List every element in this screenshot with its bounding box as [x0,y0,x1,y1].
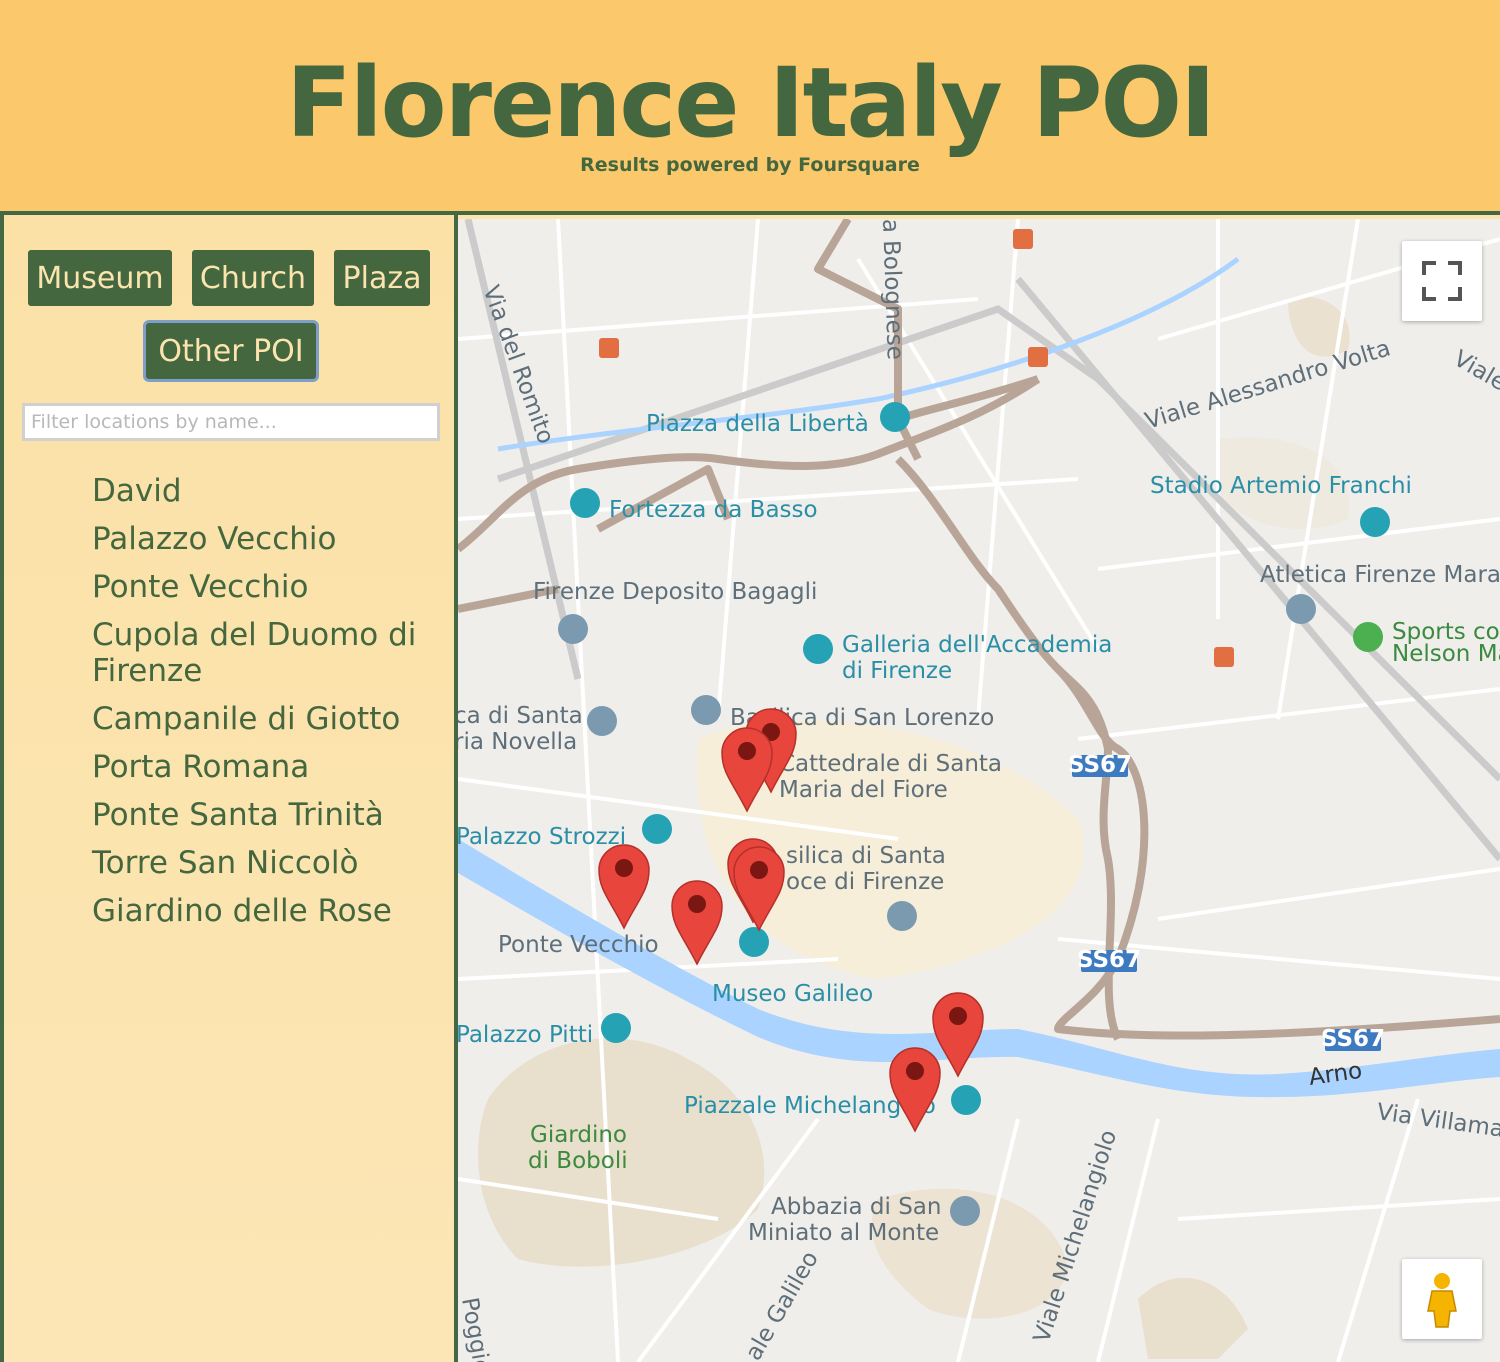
sidebar: Museum Church Plaza Other POI David Pala… [0,215,458,1362]
ss67-shield-2: SS67 [1077,947,1141,973]
location-item-campanile-di-giotto[interactable]: Campanile di Giotto [92,701,432,737]
church-poi-icon [587,706,617,736]
label-boboli-1: Giardino [530,1122,627,1148]
pegman-icon [1427,1273,1457,1328]
train-station-icon [599,338,619,358]
label-strozzi: Palazzo Strozzi [458,824,626,850]
train-station-icon [1013,229,1033,249]
church-poi-icon [691,695,721,725]
label-palazzo-pitti: Palazzo Pitti [458,1022,593,1048]
subtitle: Results powered by Foursquare [580,154,920,176]
map-marker[interactable] [598,844,650,929]
street-view-pegman-button[interactable] [1402,1259,1482,1339]
location-item-ponte-vecchio[interactable]: Ponte Vecchio [92,569,432,605]
location-item-porta-romana[interactable]: Porta Romana [92,749,432,785]
label-boboli-2: di Boboli [528,1148,628,1174]
label-via-bolognese: a Bolognese [877,219,908,360]
label-viale-galileo: ale Galileo [741,1247,824,1362]
label-museo-galileo: Museo Galileo [712,981,873,1007]
camera-poi-icon [642,814,672,844]
header: Florence Italy POI Results powered by Fo… [0,0,1500,215]
label-smn-1: ca di Santa [458,703,583,729]
label-deposito: Firenze Deposito Bagagli [533,579,817,605]
map-marker[interactable] [671,880,723,965]
location-item-palazzo-vecchio[interactable]: Palazzo Vecchio [92,521,432,557]
map-canvas[interactable]: SS67 SS67 SS67 Piazza della Libertà Fort… [458,219,1500,1362]
location-item-ponte-santa-trinita[interactable]: Ponte Santa Trinità [92,797,432,833]
other-poi-filter-button[interactable]: Other POI [146,323,316,379]
label-accademia-2: di Firenze [842,658,952,684]
label-atletica: Atletica Firenze Mara [1260,562,1500,588]
map[interactable]: SS67 SS67 SS67 Piazza della Libertà Fort… [458,219,1500,1362]
label-cattedrale-2: Maria del Fiore [779,777,948,803]
label-accademia-1: Galleria dell'Accademia [842,632,1112,658]
plaza-filter-button[interactable]: Plaza [334,250,430,306]
label-abbazia-2: Miniato al Monte [748,1220,939,1246]
map-marker[interactable] [932,992,984,1077]
label-croce-2: oce di Firenze [786,869,944,895]
church-filter-button[interactable]: Church [192,250,314,306]
route-shields: SS67 SS67 SS67 [1068,752,1385,1052]
label-cattedrale-1: Cattedrale di Santa [779,751,1002,777]
label-stadio: Stadio Artemio Franchi [1150,473,1412,499]
location-item-giardino-delle-rose[interactable]: Giardino delle Rose [92,893,432,929]
ss67-shield-3: SS67 [1321,1026,1385,1052]
museum-poi-icon [739,927,769,957]
location-item-torre-san-niccolo[interactable]: Torre San Niccolò [92,845,432,881]
museum-poi-icon [803,634,833,664]
label-viale-edge: Viale [1449,346,1500,397]
train-station-icon [1214,647,1234,667]
place-poi-icon [1286,594,1316,624]
fullscreen-button[interactable] [1402,241,1482,321]
place-poi-icon [558,614,588,644]
label-poggio: Poggio [458,1296,495,1362]
location-list: David Palazzo Vecchio Ponte Vecchio Cupo… [92,473,432,941]
museum-filter-button[interactable]: Museum [28,250,172,306]
filter-locations-input[interactable] [22,403,440,441]
location-item-cupola-del-duomo[interactable]: Cupola del Duomo di Firenze [92,617,432,689]
label-abbazia-1: Abbazia di San [771,1194,941,1220]
church-poi-icon [887,901,917,931]
label-viale-volta: Viale Alessandro Volta [1142,335,1393,434]
label-sports-2: Nelson Mar [1392,641,1500,667]
app-title: Florence Italy POI [286,47,1216,159]
park-poi-icon [1353,622,1383,652]
label-croce-1: silica di Santa [786,843,946,869]
ss67-shield-1: SS67 [1068,752,1132,778]
label-piazza-liberta: Piazza della Libertà [646,411,869,437]
label-ponte-vecchio: Ponte Vecchio [498,932,659,958]
camera-poi-icon [951,1085,981,1115]
camera-poi-icon [880,402,910,432]
museum-poi-icon [601,1013,631,1043]
label-via-villamagna: Via Villamagn [1375,1099,1500,1147]
fullscreen-icon [1422,261,1462,301]
museum-poi-icon [1360,507,1390,537]
label-smn-2: ria Novella [458,729,577,755]
museum-poi-icon [570,488,600,518]
church-poi-icon [950,1196,980,1226]
train-station-icon [1028,347,1048,367]
location-item-david[interactable]: David [92,473,432,509]
label-fortezza: Fortezza da Basso [609,497,818,523]
